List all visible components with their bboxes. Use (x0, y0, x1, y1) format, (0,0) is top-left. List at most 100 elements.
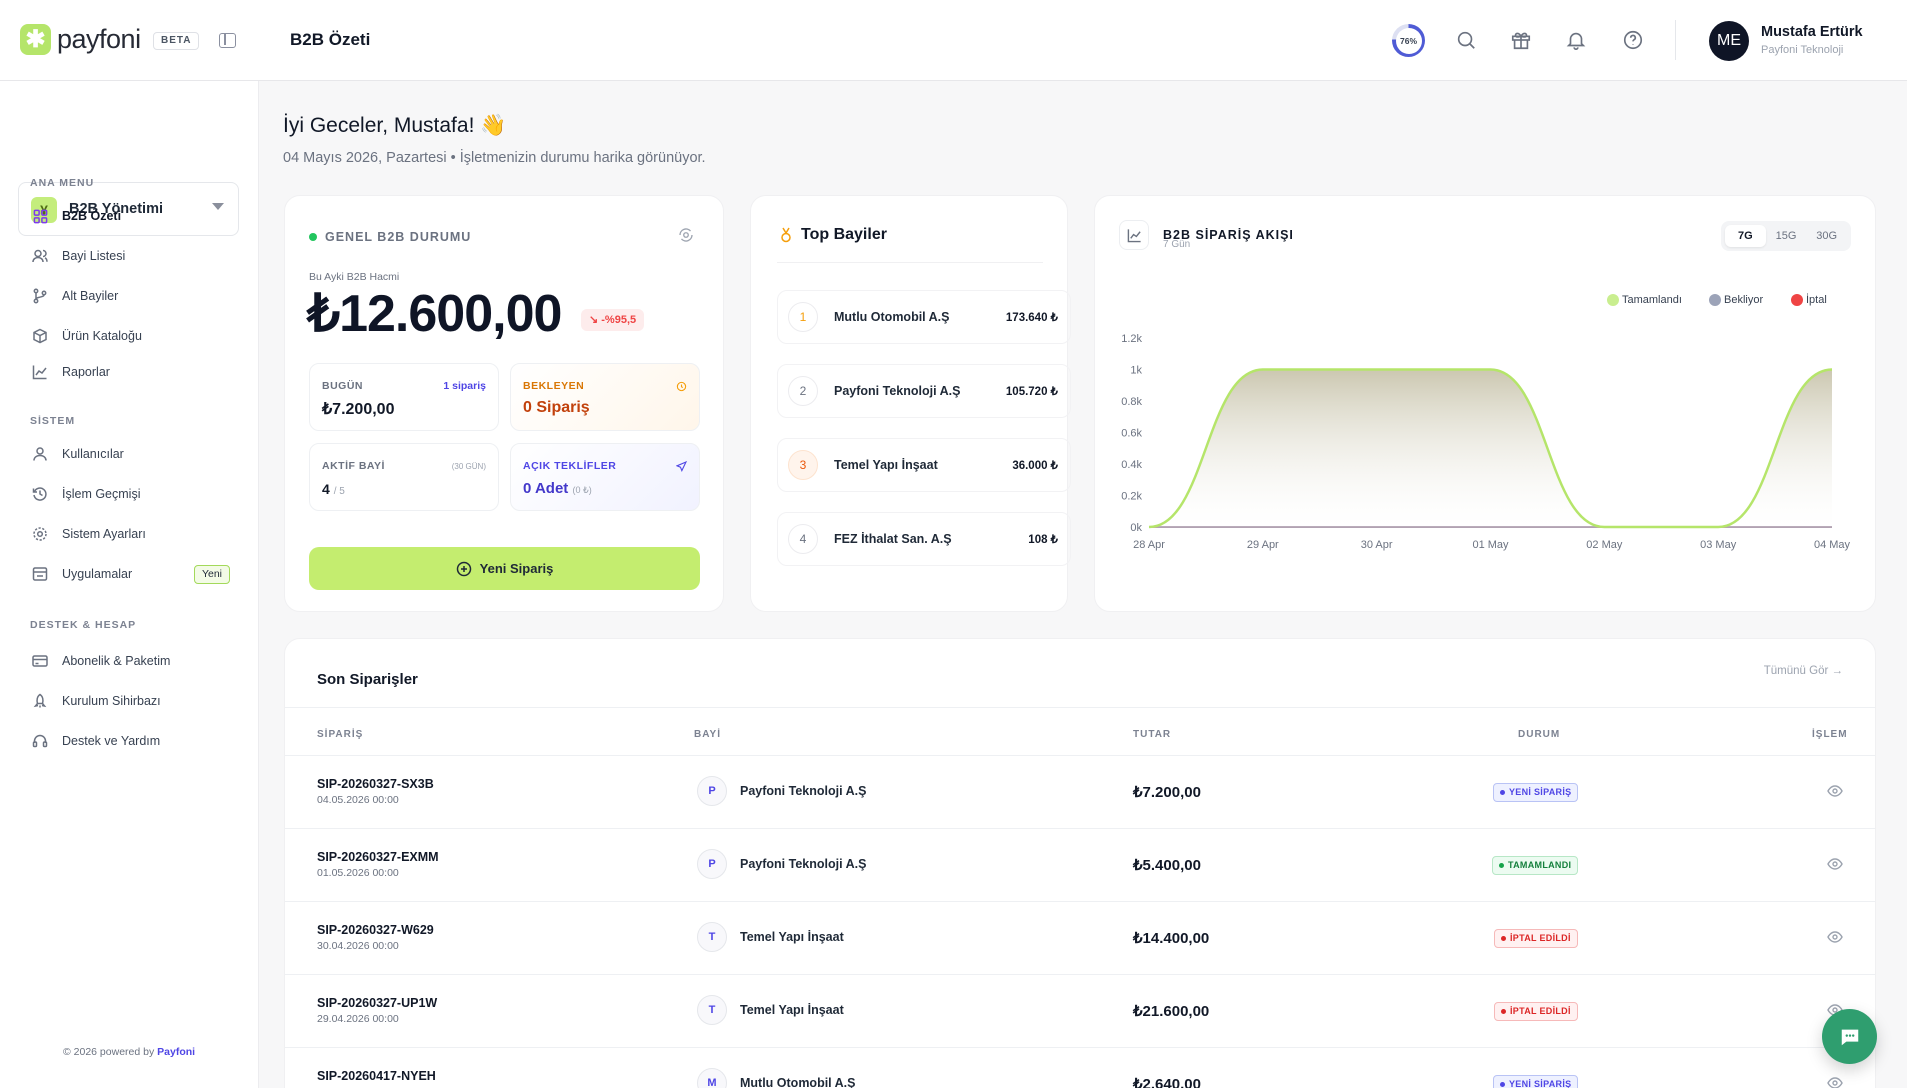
divider (285, 1047, 1875, 1048)
order-amount: ₺2.640,00 (1133, 1076, 1201, 1088)
status-card-title-text: GENEL B2B DURUMU (325, 230, 472, 244)
x-tick-label: 28 Apr (1133, 539, 1165, 551)
send-icon (675, 459, 688, 477)
credit-card-icon (30, 653, 50, 669)
y-tick-label: 0.6k (1121, 428, 1142, 440)
sidebar-item-sub-dealers[interactable]: Alt Bayiler (30, 283, 230, 309)
dealer-avatar: P (697, 776, 727, 806)
see-all-link[interactable]: Tümünü Gör → (1764, 665, 1843, 677)
sidebar-item-subscription[interactable]: Abonelik & Paketim (30, 648, 230, 674)
dealer-item[interactable]: 2 Payfoni Teknoloji A.Ş 105.720 ₺ (777, 364, 1071, 418)
order-id[interactable]: SIP-20260327-EXMM (317, 850, 439, 864)
status-dot (1499, 863, 1504, 868)
view-eye-icon[interactable] (1827, 1076, 1843, 1088)
progress-label: 76% (1395, 27, 1422, 54)
status-dot (1501, 936, 1506, 941)
view-eye-icon[interactable] (1827, 930, 1843, 949)
column-header-order[interactable]: SİPARİŞ (317, 729, 363, 740)
order-id[interactable]: SIP-20260327-SX3B (317, 777, 434, 791)
order-id[interactable]: SIP-20260417-NYEH (317, 1069, 436, 1083)
y-tick-label: 0k (1130, 522, 1142, 534)
column-header-amount[interactable]: TUTAR (1133, 729, 1171, 740)
dealer-avatar: T (697, 922, 727, 952)
gift-icon[interactable] (1508, 27, 1534, 53)
active-dealers-total: / 5 (333, 486, 345, 497)
active-dealers-count: 4 (322, 481, 330, 497)
dealer-name: Temel Yapı İnşaat (834, 458, 938, 472)
sidebar-item-users[interactable]: Kullanıcılar (30, 441, 230, 467)
sidebar-item-settings[interactable]: Sistem Ayarları (30, 521, 230, 547)
brand-logo[interactable]: ✱ payfoni (20, 24, 141, 55)
sidebar-item-label: Alt Bayiler (62, 289, 119, 303)
active-dealers-value: 4 / 5 (322, 481, 345, 497)
powered-by-link[interactable]: Payfoni (157, 1046, 195, 1058)
greeting-title: İyi Geceler, Mustafa! 👋 (283, 114, 507, 137)
order-date: 04.05.2026 00:00 (317, 794, 399, 806)
avatar[interactable]: ME (1709, 21, 1749, 61)
dealer-item[interactable]: 3 Temel Yapı İnşaat 36.000 ₺ (777, 438, 1071, 492)
divider (285, 707, 1875, 708)
column-header-dealer[interactable]: BAYİ (694, 729, 721, 740)
sidebar-item-b2b-overview[interactable]: B2B Özeti (30, 203, 230, 229)
plus-circle-icon (456, 561, 471, 576)
user-company: Payfoni Teknoloji (1761, 44, 1844, 56)
dealer-value: 105.720 ₺ (1005, 386, 1058, 398)
order-amount: ₺5.400,00 (1133, 857, 1201, 874)
status-badge: İPTAL EDİLDİ (1494, 929, 1578, 948)
sidebar-item-history[interactable]: İşlem Geçmişi (30, 481, 230, 507)
y-tick-label: 0.8k (1121, 396, 1142, 408)
sidebar-toggle-icon[interactable] (219, 33, 236, 48)
order-flow-chart: 0k 0.2k 0.4k 0.6k 0.8k 1k 1.2k 28 Apr 29 Apr 30 A… (1121, 333, 1850, 551)
search-icon[interactable] (1453, 27, 1479, 53)
refresh-icon[interactable] (677, 226, 695, 249)
active-dealers-stat: AKTİF BAYİ (30 GÜN) 4 / 5 (309, 443, 499, 511)
sidebar: ¥ B2B Yönetimi ANA MENU B2B Özeti Bayi L… (0, 81, 259, 1088)
bell-icon[interactable] (1563, 27, 1589, 53)
chat-button[interactable] (1822, 1009, 1877, 1064)
dealer-name: Temel Yapı İnşaat (740, 930, 844, 944)
dealer-value: 36.000 ₺ (1012, 460, 1058, 472)
x-tick-label: 01 May (1472, 539, 1509, 551)
section-title-main: ANA MENU (30, 177, 95, 189)
dealer-avatar: T (697, 995, 727, 1025)
active-dealers-label: AKTİF BAYİ (322, 460, 385, 472)
x-tick-label: 03 May (1700, 539, 1737, 551)
sidebar-item-setup-wizard[interactable]: Kurulum Sihirbazı (30, 688, 230, 714)
gear-icon (30, 526, 50, 542)
user-name[interactable]: Mustafa Ertürk (1761, 24, 1863, 40)
users-icon (30, 248, 50, 264)
sidebar-item-reports[interactable]: Raporlar (30, 359, 230, 385)
divider (777, 262, 1043, 263)
status-badge: YENİ SİPARİŞ (1493, 1075, 1579, 1088)
sidebar-item-dealer-list[interactable]: Bayi Listesi (30, 243, 230, 269)
status-label: TAMAMLANDI (1508, 860, 1572, 870)
divider (285, 901, 1875, 902)
order-id[interactable]: SIP-20260327-UP1W (317, 996, 437, 1010)
series-area-completed (1149, 369, 1832, 527)
sidebar-item-product-catalog[interactable]: Ürün Kataloğu (30, 323, 230, 349)
sidebar-item-support[interactable]: Destek ve Yardım (30, 728, 230, 754)
user-icon (30, 446, 50, 462)
dealer-item[interactable]: 1 Mutlu Otomobil A.Ş 173.640 ₺ (777, 290, 1071, 344)
dealer-item[interactable]: 4 FEZ İthalat San. A.Ş 108 ₺ (777, 512, 1071, 566)
order-id[interactable]: SIP-20260327-W629 (317, 923, 434, 937)
view-eye-icon[interactable] (1827, 857, 1843, 876)
active-dealers-period: (30 GÜN) (451, 462, 486, 471)
help-icon[interactable] (1620, 27, 1646, 53)
status-dot (1500, 1082, 1505, 1087)
view-eye-icon[interactable] (1827, 784, 1843, 803)
y-tick-label: 0.4k (1121, 459, 1142, 471)
sidebar-item-label: Kullanıcılar (62, 447, 124, 461)
headset-icon (30, 733, 50, 749)
status-label: İPTAL EDİLDİ (1510, 933, 1571, 943)
sidebar-item-label: Kurulum Sihirbazı (62, 694, 161, 708)
column-header-status[interactable]: DURUM (1518, 729, 1560, 740)
y-tick-label: 1k (1130, 365, 1142, 377)
trend-badge: ↘ -%95,5 (581, 309, 645, 331)
setup-progress-ring[interactable]: 76% (1392, 24, 1425, 57)
new-order-button[interactable]: Yeni Sipariş (309, 547, 700, 590)
footer-copyright: © 2026 powered by Payfoni (63, 1046, 195, 1058)
history-icon (30, 486, 50, 502)
beta-badge: BETA (153, 32, 200, 50)
sidebar-item-apps[interactable]: Uygulamalar Yeni (30, 561, 230, 587)
